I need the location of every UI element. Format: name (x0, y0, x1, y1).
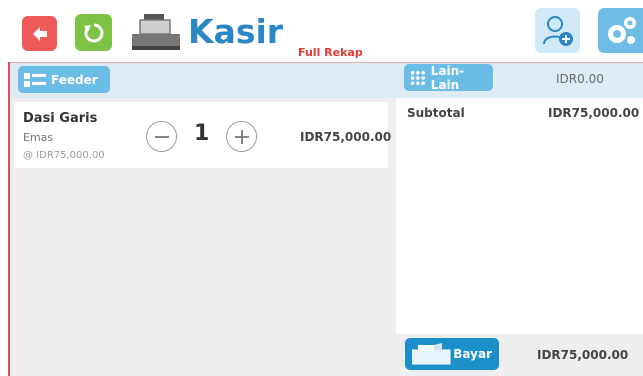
back-button[interactable] (22, 16, 57, 51)
cash-register-icon (130, 14, 182, 52)
lain-lain-total: IDR0.00 (556, 72, 604, 86)
plus-icon (234, 129, 249, 144)
add-user-icon (542, 15, 573, 46)
lain-lain-button[interactable]: Lain-Lain (404, 63, 493, 92)
item-unit-price: @ IDR75,000.00 (23, 150, 105, 161)
feeder-label: Feeder (51, 72, 98, 87)
page-title: Kasir (188, 12, 284, 51)
full-rekap-label: Full Rekap (298, 46, 363, 59)
item-name: Dasi Garis (23, 111, 98, 126)
item-total: IDR75,000.00 (300, 130, 392, 144)
gears-icon (607, 16, 636, 44)
pay-total: IDR75,000.00 (537, 348, 629, 362)
summary-panel (396, 98, 643, 334)
refresh-icon (83, 23, 103, 42)
top-bar: Kasir Full Rekap (0, 0, 643, 62)
increase-quantity-button[interactable] (226, 121, 257, 152)
cash-icon (412, 343, 451, 365)
arrow-left-icon (32, 26, 47, 41)
settings-button[interactable] (598, 8, 643, 53)
subtotal-value: IDR75,000.00 (548, 106, 640, 120)
list-icon (24, 72, 46, 87)
feeder-button[interactable]: Feeder (18, 66, 110, 93)
decrease-quantity-button[interactable] (146, 121, 177, 152)
minus-icon (154, 135, 169, 138)
pay-label: Bayar (453, 347, 492, 361)
add-user-button[interactable] (535, 8, 580, 53)
lain-lain-label: Lain-Lain (430, 63, 465, 92)
refresh-button[interactable] (75, 14, 112, 51)
grid-icon (410, 70, 425, 85)
item-quantity: 1 (194, 121, 210, 146)
item-variant: Emas (23, 131, 54, 144)
subtotal-label: Subtotal (407, 106, 465, 120)
